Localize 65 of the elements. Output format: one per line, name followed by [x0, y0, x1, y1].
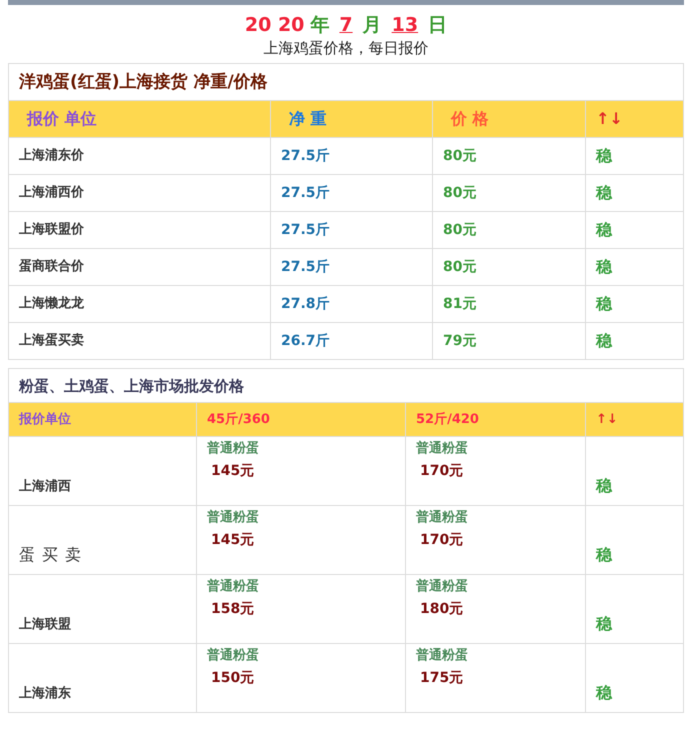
date-text: 年 [310, 14, 330, 36]
egg-type-label: 普通粉蛋 [207, 579, 260, 595]
table-cell: 稳 [586, 436, 684, 506]
price-text: 145元 [211, 462, 256, 480]
table-cell: 80元 [432, 212, 586, 248]
table-cell: 上海联盟价 [8, 212, 270, 248]
table-cell: 稳 [586, 212, 684, 248]
table-cell: 79元 [432, 322, 586, 360]
date-text: 日 [428, 14, 448, 36]
price-text: 158元 [211, 600, 256, 618]
table-cell: 80元 [432, 174, 586, 212]
price-text: 180元 [420, 600, 464, 618]
column-header: 净 重 [270, 100, 432, 138]
egg-type-label: 普通粉蛋 [416, 579, 469, 595]
table-cell: 27.5斤 [270, 174, 432, 212]
table-cell: 稳 [586, 286, 684, 322]
egg-type-label: 普通粉蛋 [207, 441, 260, 457]
vendor-name: 上海联盟 [19, 617, 71, 632]
table-cell: 27.5斤 [270, 138, 432, 174]
table-title: 粉蛋、土鸡蛋、上海市场批发价格 [8, 368, 684, 402]
table-cell: 上海懒龙龙 [8, 286, 270, 322]
table-cell: 稳 [586, 506, 684, 574]
table-cell: 27.5斤 [270, 212, 432, 248]
price-text: 175元 [420, 670, 464, 686]
egg-type-label: 普通粉蛋 [207, 648, 260, 664]
table-cell: 80元 [432, 138, 586, 174]
table-cell: 稳 [586, 322, 684, 360]
column-header: 报价单位 [8, 402, 196, 436]
vendor-name: 上海浦东 [19, 686, 71, 702]
date-text: 20 20 [244, 14, 304, 36]
table-cell: 27.8斤 [270, 286, 432, 322]
column-header: 52斤/420 [406, 402, 586, 436]
price-text: 170元 [420, 462, 464, 480]
egg-type-label: 普通粉蛋 [207, 510, 260, 526]
egg-type-label: 普通粉蛋 [416, 648, 469, 664]
table-cell: 27.5斤 [270, 248, 432, 286]
table-cell: 26.7斤 [270, 322, 432, 360]
table-cell: 稳 [586, 644, 684, 712]
column-header: ↑↓ [586, 100, 684, 138]
column-header: 45斤/360 [196, 402, 406, 436]
table-cell: 上海浦东价 [8, 138, 270, 174]
table-cell: 81元 [432, 286, 586, 322]
table-cell: 蛋商联合价 [8, 248, 270, 286]
egg-type-label: 普通粉蛋 [416, 510, 469, 526]
table-cell: 稳 [586, 174, 684, 212]
date-text: 月 [362, 14, 382, 36]
table-cell: 上海蛋买卖 [8, 322, 270, 360]
column-header: ↑↓ [586, 402, 684, 436]
date-text: 7 [338, 14, 354, 36]
date-text: 13 [390, 14, 420, 36]
column-header: 价 格 [432, 100, 586, 138]
table-cell: 稳 [586, 574, 684, 644]
price-text: 150元 [211, 670, 256, 686]
vendor-name: 上海浦西 [19, 479, 71, 494]
table-title: 洋鸡蛋(红蛋)上海接货 净重/价格 [8, 64, 684, 100]
subtitle: 上海鸡蛋价格，每日报价 [262, 39, 430, 58]
price-text: 145元 [211, 532, 256, 548]
table-cell: 稳 [586, 138, 684, 174]
table-cell: 稳 [586, 248, 684, 286]
column-header: 报价 单位 [8, 100, 270, 138]
egg-type-label: 普通粉蛋 [416, 441, 469, 457]
table-cell: 80元 [432, 248, 586, 286]
price-text: 170元 [420, 532, 464, 548]
table-cell: 上海浦西价 [8, 174, 270, 212]
vendor-name: 蛋 买 卖 [19, 544, 82, 564]
